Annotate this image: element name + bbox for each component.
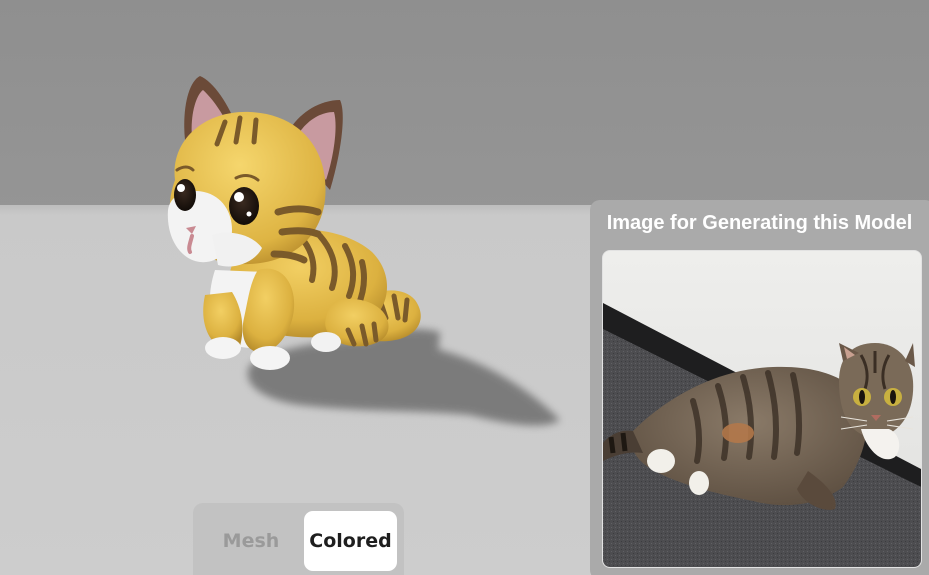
mesh-mode-button[interactable]: Mesh <box>203 511 299 571</box>
reference-image-panel: Image for Generating this Model <box>590 200 929 575</box>
reference-cat-photo <box>602 250 922 568</box>
model-viewer[interactable]: Mesh Colored Image for Generating this M… <box>0 0 929 575</box>
reference-image-title: Image for Generating this Model <box>606 212 913 234</box>
colored-mode-button[interactable]: Colored <box>304 511 397 571</box>
cat-front-legs <box>203 268 295 370</box>
model-shadow <box>247 328 561 426</box>
render-mode-toggle: Mesh Colored <box>193 503 404 575</box>
cat-photo-image <box>603 251 921 567</box>
